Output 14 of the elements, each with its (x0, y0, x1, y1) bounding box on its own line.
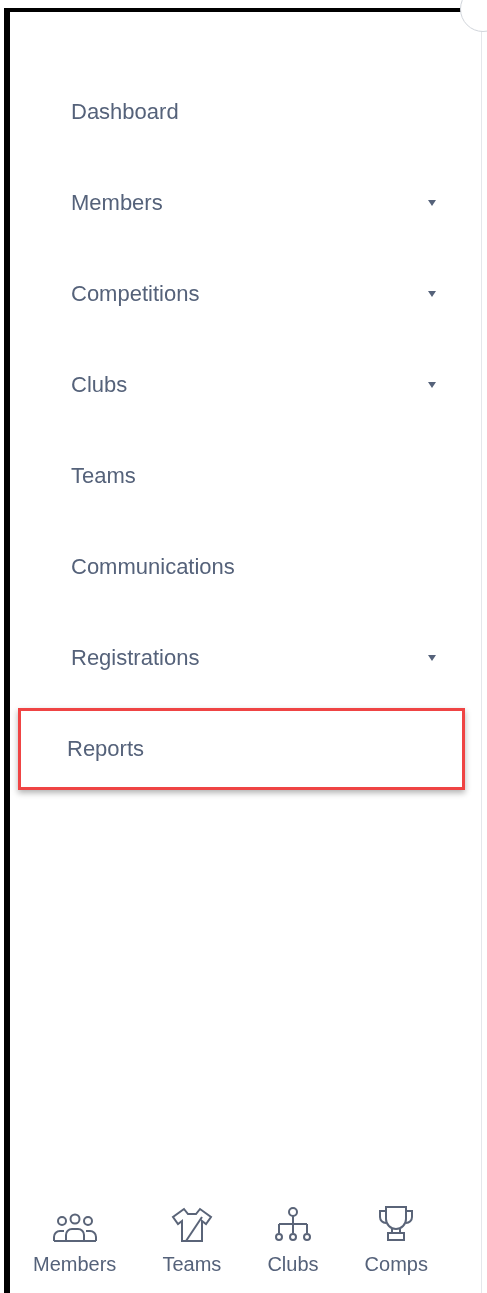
people-group-icon (51, 1213, 98, 1243)
menu-item[interactable]: Registrations (22, 616, 469, 699)
hierarchy-icon (272, 1207, 313, 1243)
bottom-nav-item[interactable]: Members (33, 1203, 117, 1279)
menu-item[interactable]: Competitions (22, 252, 469, 335)
menu-item[interactable]: Reports (18, 707, 465, 790)
bottom-nav-item[interactable]: Clubs (267, 1203, 319, 1279)
menu-item[interactable]: Clubs (22, 343, 469, 426)
menu-item[interactable]: Communications (22, 525, 469, 608)
menu-item[interactable]: Members (22, 161, 469, 244)
bottom-nav-item[interactable]: Teams (162, 1203, 222, 1279)
bottom-nav-item[interactable]: Comps (364, 1203, 428, 1279)
menu-item[interactable]: Dashboard (22, 70, 469, 153)
menu-item[interactable]: Teams (22, 434, 469, 517)
